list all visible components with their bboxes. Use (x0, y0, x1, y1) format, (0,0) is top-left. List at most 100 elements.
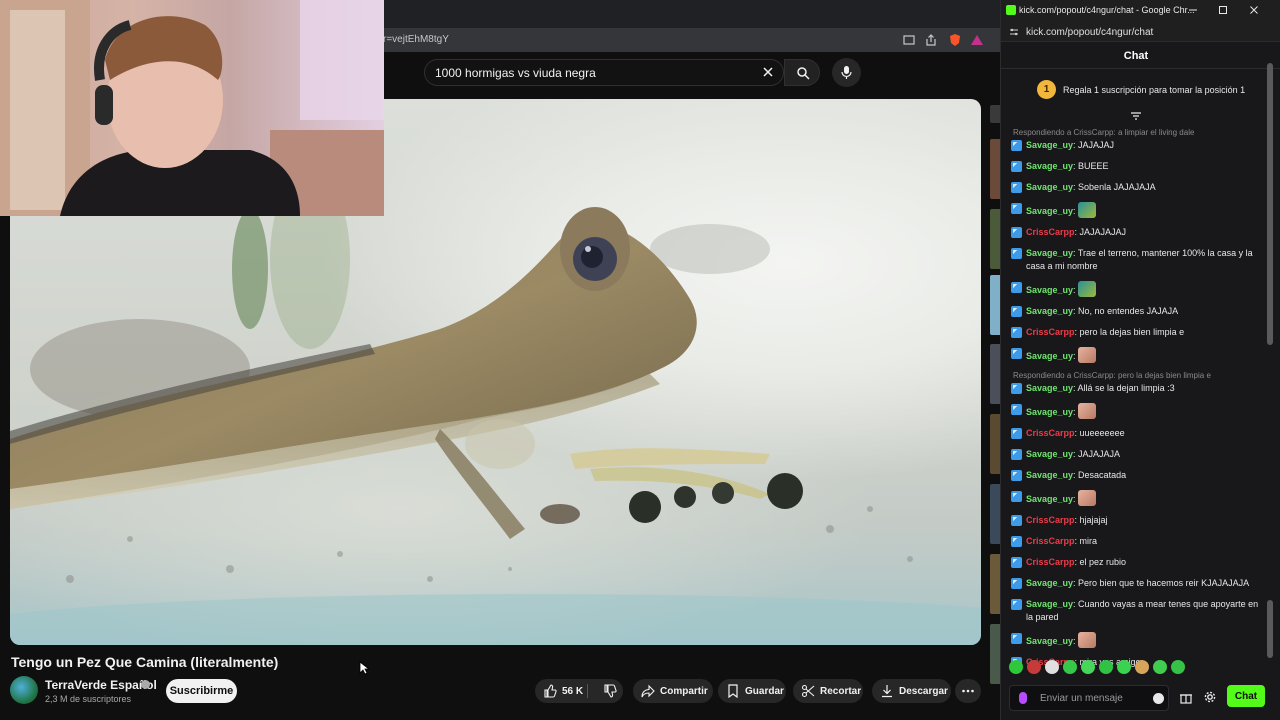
chat-message[interactable]: Savage_uy: Sobenla JAJAJAJA (1011, 181, 1263, 194)
chat-message[interactable]: Savage_uy: (1011, 281, 1263, 297)
turtle-emote-icon[interactable] (1078, 281, 1097, 297)
chat-message[interactable]: CrissCarpp: mira (1011, 535, 1263, 548)
chat-username[interactable]: Savage_uy (1026, 383, 1073, 393)
chat-message[interactable]: Savage_uy: Cuando vayas a mear tenes que… (1011, 598, 1263, 624)
emote-icon[interactable] (1117, 660, 1131, 674)
face-emote-icon[interactable] (1078, 403, 1097, 419)
chat-username[interactable]: Savage_uy (1026, 578, 1073, 588)
microphone-icon[interactable] (1019, 692, 1027, 704)
site-info-icon[interactable] (1009, 27, 1019, 37)
chat-message[interactable]: CrissCarpp: el pez rubio (1011, 556, 1263, 569)
chat-message[interactable]: CrissCarpp: uueeeeeee (1011, 427, 1263, 440)
chat-message-list[interactable]: Respondiendo a CrissCarpp: a limpiar el … (1011, 128, 1263, 668)
chat-message[interactable]: Savage_uy: Pero bien que te hacemos reir… (1011, 577, 1263, 590)
chat-message[interactable]: CrissCarpp: JAJAJAJAJ (1011, 226, 1263, 239)
minimize-icon[interactable] (1187, 4, 1199, 16)
chat-message[interactable]: CrissCarpp: pero la dejas bien limpia e (1011, 326, 1263, 339)
chat-username[interactable]: CrissCarpp (1026, 536, 1075, 546)
chat-username[interactable]: Savage_uy (1026, 182, 1073, 192)
emote-icon[interactable] (1045, 660, 1059, 674)
address-url[interactable]: r=vejtEhM8tgY (383, 34, 449, 45)
chat-message[interactable]: Savage_uy: Desacatada (1011, 469, 1263, 482)
chat-username[interactable]: Savage_uy (1026, 206, 1073, 216)
save-button[interactable]: Guardar (718, 679, 786, 703)
popout-addressbar[interactable]: kick.com/popout/c4ngur/chat (1001, 22, 1280, 42)
gift-icon[interactable] (1179, 690, 1193, 704)
chat-username[interactable]: CrissCarpp (1026, 327, 1075, 337)
close-icon[interactable] (1248, 4, 1260, 16)
thumbs-down-icon[interactable] (603, 684, 617, 698)
chat-message[interactable]: Savage_uy: (1011, 490, 1263, 506)
chat-scrollbar-thumb[interactable] (1267, 63, 1273, 345)
cast-icon[interactable] (902, 33, 916, 47)
emote-icon[interactable] (1009, 660, 1023, 674)
chat-username[interactable]: Savage_uy (1026, 494, 1073, 504)
gift-leaderboard-banner[interactable]: 1 Regala 1 suscripción para tomar la pos… (1001, 70, 1271, 110)
share-page-icon[interactable] (924, 33, 938, 47)
chat-username[interactable]: CrissCarpp (1026, 515, 1075, 525)
search-box[interactable]: 1000 hormigas vs viuda negra (424, 59, 784, 86)
chat-message[interactable]: Savage_uy: (1011, 347, 1263, 363)
send-chat-button[interactable]: Chat (1227, 685, 1265, 707)
like-dislike-group[interactable]: 56 K (535, 679, 623, 703)
chat-message[interactable]: Savage_uy: Allá se la dejan limpia :3 (1011, 382, 1263, 395)
quick-emote-bar[interactable] (1009, 660, 1209, 676)
chat-input-placeholder[interactable]: Enviar un mensaje (1040, 693, 1123, 704)
brave-shield-icon[interactable] (948, 33, 962, 47)
chat-username[interactable]: Savage_uy (1026, 306, 1073, 316)
chat-username[interactable]: Savage_uy (1026, 449, 1073, 459)
chat-username[interactable]: CrissCarpp (1026, 227, 1075, 237)
rewards-triangle-icon[interactable] (970, 33, 984, 47)
clip-button[interactable]: Recortar (793, 679, 863, 703)
reply-context[interactable]: Respondiendo a CrissCarpp: pero la dejas… (1011, 371, 1263, 380)
download-button[interactable]: Descargar (872, 679, 951, 703)
chat-message[interactable]: Savage_uy: JAJAJAJ (1011, 139, 1263, 152)
window-titlebar[interactable]: kick.com/popout/c4ngur/chat - Google Chr… (1001, 0, 1280, 22)
chat-message[interactable]: Savage_uy: BUEEE (1011, 160, 1263, 173)
reply-context[interactable]: Respondiendo a CrissCarpp: a limpiar el … (1011, 128, 1263, 137)
emote-icon[interactable] (1063, 660, 1077, 674)
channel-avatar[interactable] (10, 676, 38, 704)
emote-icon[interactable] (1099, 660, 1113, 674)
search-input[interactable]: 1000 hormigas vs viuda negra (435, 66, 596, 80)
emote-icon[interactable] (1153, 660, 1167, 674)
chat-username[interactable]: Savage_uy (1026, 470, 1073, 480)
chat-username[interactable]: Savage_uy (1026, 636, 1073, 646)
chat-scrollbar-thumb-lower[interactable] (1267, 600, 1273, 658)
chat-message-input[interactable]: Enviar un mensaje (1009, 685, 1169, 711)
face-emote-icon[interactable] (1078, 347, 1097, 363)
chat-username[interactable]: CrissCarpp (1026, 557, 1075, 567)
turtle-emote-icon[interactable] (1078, 202, 1097, 218)
gear-icon[interactable] (1203, 690, 1217, 704)
share-button[interactable]: Compartir (633, 679, 713, 703)
face-emote-icon[interactable] (1078, 632, 1097, 648)
chat-message[interactable]: Savage_uy: No, no entendes JAJAJA (1011, 305, 1263, 318)
subscribe-button[interactable]: Suscribirme (166, 679, 237, 703)
emote-icon[interactable] (1027, 660, 1041, 674)
close-icon[interactable] (761, 65, 775, 79)
chat-username[interactable]: Savage_uy (1026, 407, 1073, 417)
maximize-icon[interactable] (1217, 4, 1229, 16)
chat-username[interactable]: Savage_uy (1026, 248, 1073, 258)
emote-icon[interactable] (1135, 660, 1149, 674)
search-button[interactable] (784, 59, 820, 86)
chat-message[interactable]: Savage_uy: Trae el terreno, mantener 100… (1011, 247, 1263, 273)
emote-icon[interactable] (1081, 660, 1095, 674)
chat-message[interactable]: Savage_uy: JAJAJAJA (1011, 448, 1263, 461)
voice-search-button[interactable] (832, 58, 861, 87)
emote-icon[interactable] (1171, 660, 1185, 674)
emoji-picker-icon[interactable] (1153, 693, 1164, 704)
chat-username[interactable]: Savage_uy (1026, 161, 1073, 171)
chat-username[interactable]: CrissCarpp (1026, 428, 1075, 438)
collapse-filter-icon[interactable] (1130, 111, 1142, 121)
chat-username[interactable]: Savage_uy (1026, 140, 1073, 150)
chat-message[interactable]: Savage_uy: (1011, 632, 1263, 648)
chat-username[interactable]: Savage_uy (1026, 599, 1073, 609)
chat-message[interactable]: CrissCarpp: hjajajaj (1011, 514, 1263, 527)
more-actions-button[interactable] (955, 679, 981, 703)
thumbs-up-icon[interactable] (543, 684, 557, 698)
chat-username[interactable]: Savage_uy (1026, 285, 1073, 295)
recommended-thumbnails-strip[interactable] (990, 99, 1000, 720)
popout-url[interactable]: kick.com/popout/c4ngur/chat (1026, 27, 1153, 38)
face-emote-icon[interactable] (1078, 490, 1097, 506)
